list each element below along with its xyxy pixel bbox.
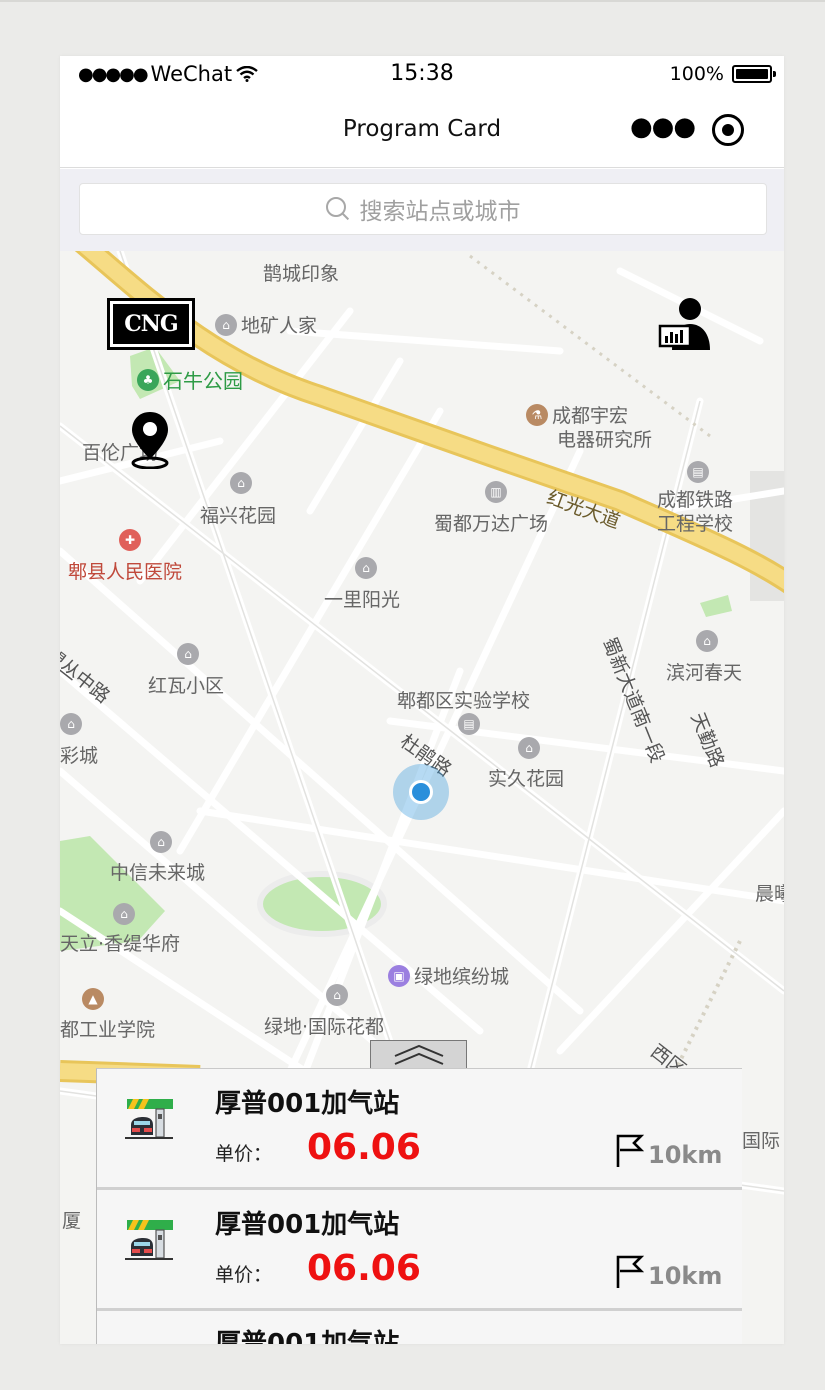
shopping-icon: ▣ [388, 964, 410, 987]
station-name: 厚普001加气站 [215, 1329, 400, 1344]
flask-icon: ⚗ [526, 403, 548, 426]
tree-icon: ♣ [137, 368, 159, 391]
poi-label: 成都宇宏 [552, 405, 629, 427]
cng-station-marker[interactable]: CNG [107, 298, 195, 350]
poi-label: 都工业学院 [60, 1019, 156, 1041]
current-location-marker [393, 764, 449, 820]
poi-label: 实久花园 [488, 768, 565, 790]
battery-icon [732, 65, 776, 83]
poi-label: 蜀都万达广场 [434, 513, 549, 535]
station-card[interactable]: 厚普001加气站 [97, 1311, 742, 1344]
poi-item[interactable]: ⌂ [696, 630, 718, 652]
home-icon: ⌂ [177, 643, 199, 665]
poi-label: 一里阳光 [324, 589, 401, 611]
hospital-icon: ✚ [119, 529, 141, 551]
station-distance: 10km [648, 1262, 723, 1290]
school-icon: ▤ [458, 713, 480, 735]
station-name: 厚普001加气站 [215, 1210, 400, 1240]
poi-label: 天立·香缇华府 [60, 933, 181, 955]
station-list: 厚普001加气站 单价： 06.06 10km 厚普001加气站 单价： 06.… [96, 1068, 742, 1344]
search-icon [325, 197, 350, 221]
station-price: 06.06 [307, 1248, 421, 1289]
poi-item[interactable]: ⌂ [518, 737, 540, 759]
poi-label: 绿地·国际花都 [264, 1016, 385, 1038]
poi-item[interactable]: ▣ 绿地缤纷城 [388, 962, 509, 989]
search-bar: 搜索站点或城市 [60, 169, 784, 251]
more-icon[interactable]: ●●● [630, 112, 696, 142]
poi-label: 郫都区实验学校 [397, 690, 531, 712]
poi-item[interactable]: ▤ [458, 713, 480, 735]
gas-pump-icon [125, 1099, 173, 1139]
poi-item[interactable]: ⌂ [113, 903, 135, 925]
bank-icon: ▥ [485, 481, 507, 503]
poi-label: 红瓦小区 [148, 675, 225, 697]
poi-item[interactable]: ⌂ [177, 643, 199, 665]
map-view[interactable]: 鹊城印象 ⌂ 地矿人家 ♣ 石牛公园 百伦广场 ⚗ 成都宇宏 电器研究所 ⌂ 福兴花园… [60, 251, 784, 1344]
home-icon: ⌂ [230, 472, 252, 494]
record-icon[interactable] [712, 114, 744, 146]
poi-item[interactable]: ⌂ [60, 713, 82, 735]
station-card[interactable]: 厚普001加气站 单价： 06.06 10km [97, 1069, 742, 1190]
poi-label: 石牛公园 [163, 369, 243, 393]
poi-label: 厦 [62, 1210, 82, 1232]
navigation-bar: Program Card ●●● [60, 96, 784, 168]
expand-list-button[interactable] [370, 1040, 467, 1070]
poi-item[interactable]: ⌂ [230, 472, 252, 494]
home-icon: ⌂ [696, 630, 718, 652]
poi-item[interactable]: ⚗ 成都宇宏 [526, 401, 628, 428]
station-price: 06.06 [307, 1127, 421, 1168]
home-icon: ⌂ [113, 903, 135, 925]
poi-item[interactable]: ▥ [485, 481, 507, 503]
price-label: 单价： [215, 1264, 273, 1286]
poi-label: 滨河春天 [666, 662, 743, 684]
battery-percent: 100% [669, 63, 724, 85]
poi-item[interactable]: ⌂ 地矿人家 [215, 311, 317, 338]
poi-item[interactable]: ▲ [82, 988, 104, 1010]
home-icon: ⌂ [355, 557, 377, 579]
search-placeholder: 搜索站点或城市 [359, 199, 521, 225]
phone-screen: ●●●●● WeChat 15:38 100% Program Card ●●●… [60, 56, 784, 1344]
user-dashboard-icon[interactable] [658, 296, 714, 352]
poi-item[interactable]: ♣ 石牛公园 [137, 365, 243, 394]
poi-label: 绿地缤纷城 [414, 966, 510, 988]
poi-item[interactable]: ▤ [687, 461, 709, 483]
poi-label: 彩城 [60, 745, 99, 767]
price-label: 单价： [215, 1143, 273, 1165]
poi-label: 郫县人民医院 [68, 561, 183, 583]
poi-label: 地矿人家 [241, 315, 318, 337]
poi-label: 晨曦 [755, 883, 784, 905]
search-input[interactable]: 搜索站点或城市 [79, 183, 767, 235]
station-distance: 10km [648, 1141, 723, 1169]
poi-label: 工程学校 [657, 513, 734, 535]
status-right: 100% [669, 63, 776, 85]
poi-item[interactable]: ⌂ [355, 557, 377, 579]
chevron-up-icon [394, 1044, 443, 1065]
poi-label: 成都铁路 [657, 489, 734, 511]
map-pin-icon[interactable] [128, 409, 172, 469]
gas-pump-icon [125, 1220, 173, 1260]
home-icon: ⌂ [518, 737, 540, 759]
school-icon: ▤ [687, 461, 709, 483]
home-icon: ⌂ [326, 984, 348, 1006]
flag-icon [616, 1134, 645, 1167]
window-top-divider [0, 0, 825, 2]
poi-item[interactable]: ⌂ [326, 984, 348, 1006]
flag-icon [616, 1255, 645, 1288]
graduation-cap-icon: ▲ [82, 988, 104, 1010]
poi-item[interactable]: ✚ [119, 529, 141, 551]
home-icon: ⌂ [60, 713, 82, 735]
home-icon: ⌂ [150, 831, 172, 853]
station-card[interactable]: 厚普001加气站 单价： 06.06 10km [97, 1190, 742, 1311]
status-bar: ●●●●● WeChat 15:38 100% [60, 56, 784, 96]
home-icon: ⌂ [215, 313, 237, 336]
poi-label: 中信未来城 [110, 862, 206, 884]
station-name: 厚普001加气站 [215, 1089, 400, 1119]
poi-label: 国际 [742, 1130, 781, 1152]
cng-marker-label: CNG [113, 304, 189, 344]
poi-label: 福兴花园 [200, 505, 277, 527]
poi-label: 电器研究所 [557, 429, 653, 451]
poi-item[interactable]: ⌂ [150, 831, 172, 853]
poi-label: 鹊城印象 [263, 263, 340, 285]
